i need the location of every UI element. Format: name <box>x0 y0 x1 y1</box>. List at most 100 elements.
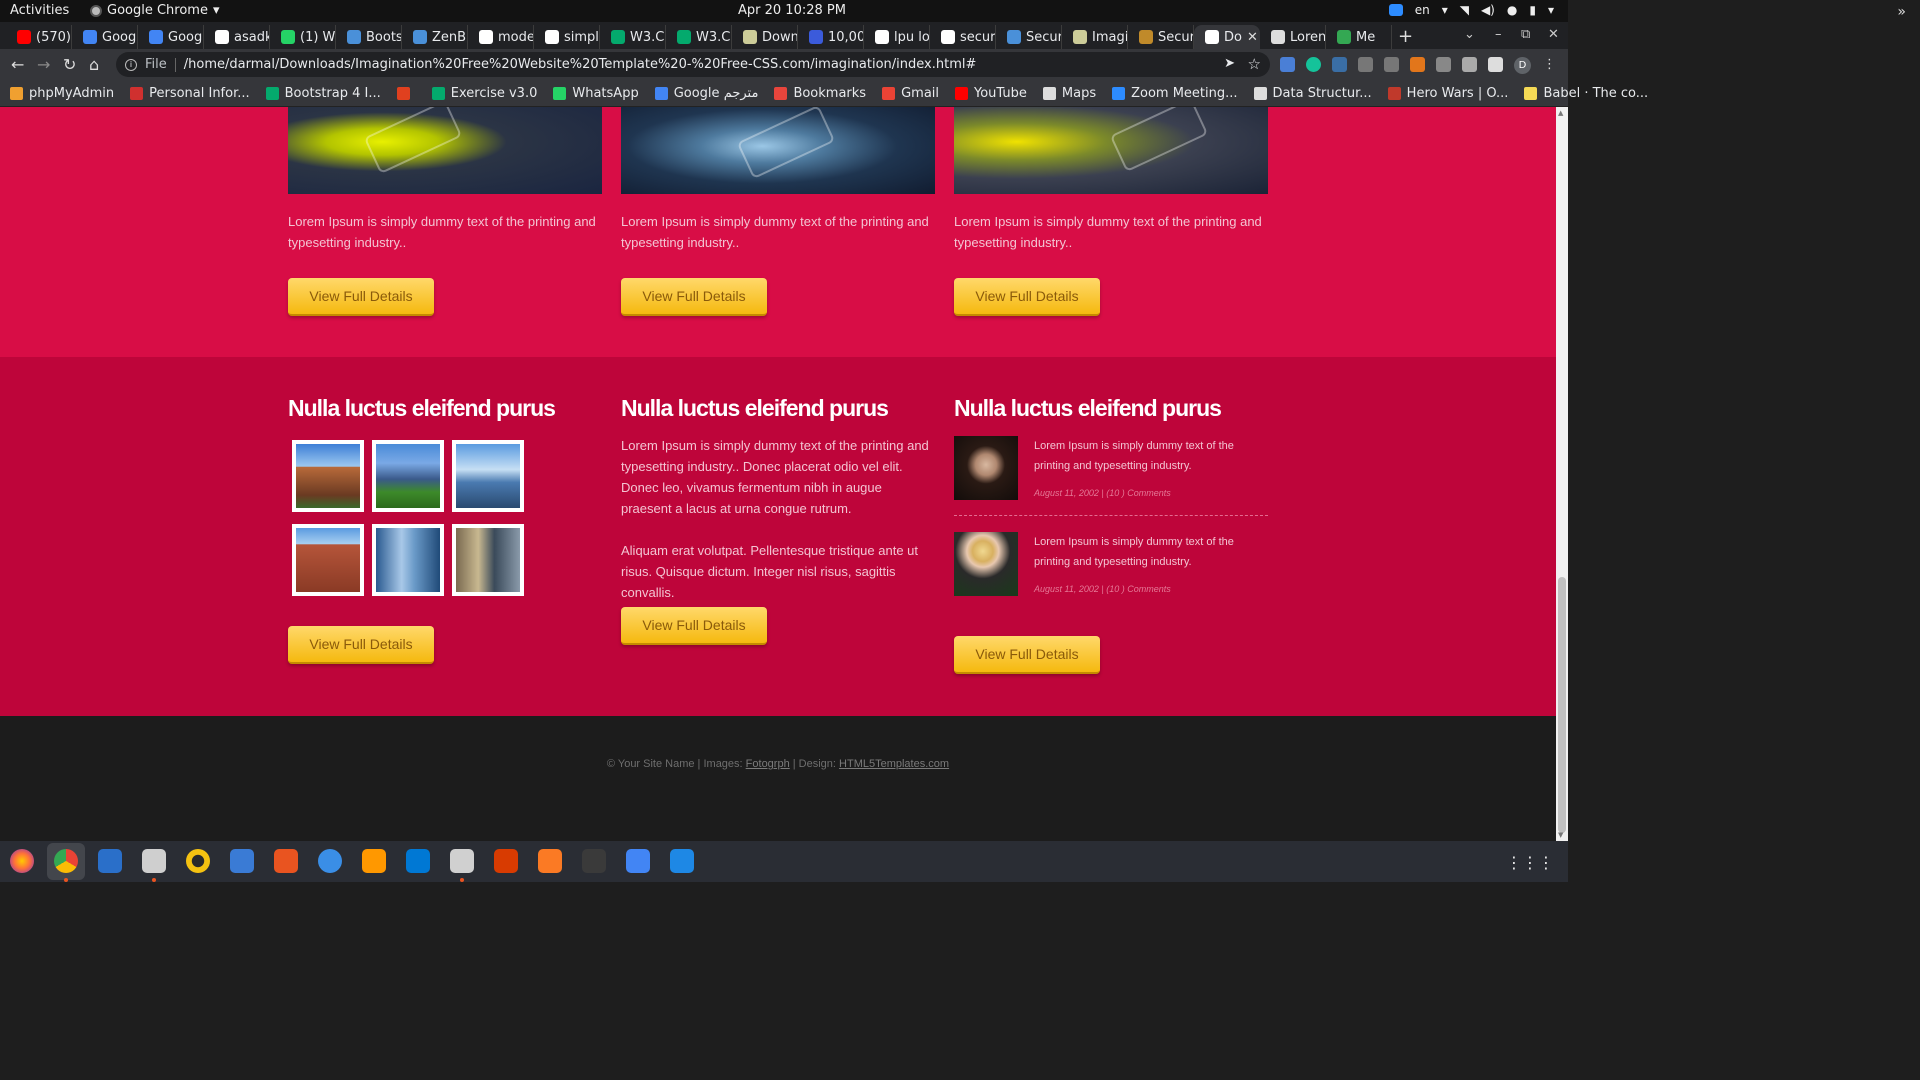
tab[interactable]: 10,00 <box>798 25 864 49</box>
help-icon[interactable] <box>318 849 342 873</box>
puzzle-icon[interactable] <box>1462 57 1477 72</box>
vscode-icon[interactable] <box>406 849 430 873</box>
post-meta[interactable]: August 11, 2002 | (10 ) Comments <box>1034 488 1171 498</box>
tab[interactable]: secur <box>930 25 996 49</box>
view-full-details-button[interactable]: View Full Details <box>288 626 434 664</box>
bookmark-star-icon[interactable]: ☆ <box>1248 55 1261 73</box>
fotogrph-link[interactable]: Fotogrph <box>746 758 790 770</box>
gallery-thumbnail[interactable] <box>292 440 364 512</box>
app-menu[interactable]: Google Chrome ▾ <box>90 3 220 18</box>
address-bar[interactable]: i File /home/darmal/Downloads/Imaginatio… <box>116 52 1270 77</box>
scrollbar-thumb[interactable] <box>1558 577 1566 833</box>
minimize-icon[interactable]: – <box>1495 27 1502 42</box>
software-center-icon[interactable] <box>274 849 298 873</box>
files-icon[interactable] <box>142 849 166 873</box>
side-panel-icon[interactable] <box>1488 57 1503 72</box>
clock[interactable]: Apr 20 10:28 PM <box>738 3 846 18</box>
activities-button[interactable]: Activities <box>10 3 69 18</box>
chrome-icon[interactable] <box>54 849 78 873</box>
bookmark-item[interactable]: Bootstrap 4 I... <box>265 86 381 101</box>
extension-icon[interactable] <box>1332 57 1347 72</box>
view-full-details-button[interactable]: View Full Details <box>954 636 1100 674</box>
view-full-details-button[interactable]: View Full Details <box>621 278 767 316</box>
close-window-icon[interactable]: ✕ <box>1548 27 1559 42</box>
restore-icon[interactable]: ⧉ <box>1521 27 1530 42</box>
bookmark-item[interactable]: Google مترجم <box>654 86 758 101</box>
bookmark-item[interactable]: WhatsApp <box>553 86 639 101</box>
tab[interactable]: Do ✕ <box>1194 25 1260 49</box>
bookmark-item[interactable]: Maps <box>1042 86 1096 101</box>
more-bookmarks-icon[interactable]: » <box>1897 4 1906 20</box>
post-meta[interactable]: August 11, 2002 | (10 ) Comments <box>1034 584 1171 594</box>
tab[interactable]: (570) <box>6 25 72 49</box>
firefox-icon[interactable] <box>10 849 34 873</box>
scroll-down-icon[interactable]: ▼ <box>1558 831 1563 839</box>
terminal-icon[interactable] <box>582 849 606 873</box>
writer-icon[interactable] <box>230 849 254 873</box>
profile-avatar[interactable]: D <box>1514 57 1531 74</box>
gallery-thumbnail[interactable] <box>452 440 524 512</box>
share-icon[interactable]: ➤ <box>1224 56 1235 71</box>
grammarly-extension-icon[interactable] <box>1306 57 1321 72</box>
view-full-details-button[interactable]: View Full Details <box>288 278 434 316</box>
tab[interactable]: asadk <box>204 25 270 49</box>
tab[interactable]: Boots <box>336 25 402 49</box>
bookmark-item[interactable]: Zoom Meeting... <box>1112 86 1238 101</box>
tab[interactable]: Secur <box>996 25 1062 49</box>
bookmark-item[interactable]: Bookmarks <box>774 86 866 101</box>
tab[interactable]: lpu lo <box>864 25 930 49</box>
sublime-text-icon[interactable] <box>362 849 386 873</box>
view-full-details-button[interactable]: View Full Details <box>621 607 767 645</box>
language-indicator[interactable]: en <box>1415 3 1430 17</box>
vimeo-extension-icon[interactable] <box>1358 57 1373 72</box>
show-applications-icon[interactable]: ⋮⋮⋮ <box>1506 853 1554 872</box>
bookmark-item[interactable] <box>396 86 416 100</box>
forward-arrow-icon[interactable]: → <box>37 55 50 74</box>
bookmark-item[interactable]: phpMyAdmin <box>10 86 114 101</box>
tab[interactable]: (1) W <box>270 25 336 49</box>
zoom-indicator-icon[interactable] <box>1388 4 1403 16</box>
extension-icon[interactable] <box>1384 57 1399 72</box>
gallery-thumbnail[interactable] <box>452 524 524 596</box>
bookmark-item[interactable]: Exercise v3.0 <box>431 86 537 101</box>
gallery-thumbnail[interactable] <box>372 440 444 512</box>
bookmark-item[interactable]: YouTube <box>955 86 1027 101</box>
tab[interactable]: Me <box>1326 25 1392 49</box>
tab[interactable]: Down <box>732 25 798 49</box>
rhythmbox-icon[interactable] <box>186 849 210 873</box>
new-tab-button[interactable]: + <box>1398 26 1413 47</box>
tab[interactable]: Secur <box>1128 25 1194 49</box>
translate-icon[interactable] <box>626 849 650 873</box>
tab[interactable]: Googl <box>138 25 204 49</box>
back-arrow-icon[interactable]: ← <box>11 55 24 74</box>
xampp-icon[interactable] <box>538 849 562 873</box>
spreadsheet-icon[interactable] <box>670 849 694 873</box>
avatar[interactable] <box>954 532 1018 596</box>
url-text[interactable]: /home/darmal/Downloads/Imagination%20Fre… <box>184 57 977 72</box>
screenshot-icon[interactable] <box>450 849 474 873</box>
reload-icon[interactable]: ↻ <box>63 55 76 74</box>
bookmark-item[interactable]: Gmail <box>882 86 939 101</box>
gallery-thumbnail[interactable] <box>292 524 364 596</box>
system-tray[interactable]: en ▾ ◥ ◀) ● ▮ ▾ <box>1388 3 1554 17</box>
tab[interactable]: Googl <box>72 25 138 49</box>
metamask-extension-icon[interactable] <box>1410 57 1425 72</box>
close-tab-icon[interactable]: ✕ <box>1247 30 1258 45</box>
html5templates-link[interactable]: HTML5Templates.com <box>839 758 949 770</box>
tab[interactable]: Imagi <box>1062 25 1128 49</box>
scroll-up-icon[interactable]: ▲ <box>1558 109 1563 117</box>
home-icon[interactable]: ⌂ <box>89 55 99 74</box>
bookmark-item[interactable]: Hero Wars | O... <box>1387 86 1508 101</box>
gallery-thumbnail[interactable] <box>372 524 444 596</box>
tab[interactable]: mode <box>468 25 534 49</box>
tab-search-icon[interactable]: ⌄ <box>1464 27 1475 42</box>
office-icon[interactable] <box>494 849 518 873</box>
bookmark-item[interactable]: Babel · The co... <box>1524 86 1648 101</box>
bookmark-item[interactable]: Personal Infor... <box>130 86 250 101</box>
extension-icon[interactable] <box>1436 57 1451 72</box>
tab[interactable]: ZenBl <box>402 25 468 49</box>
tab[interactable]: Loren <box>1260 25 1326 49</box>
tab[interactable]: simpl <box>534 25 600 49</box>
tab[interactable]: W3.CS <box>666 25 732 49</box>
tab[interactable]: W3.CS <box>600 25 666 49</box>
